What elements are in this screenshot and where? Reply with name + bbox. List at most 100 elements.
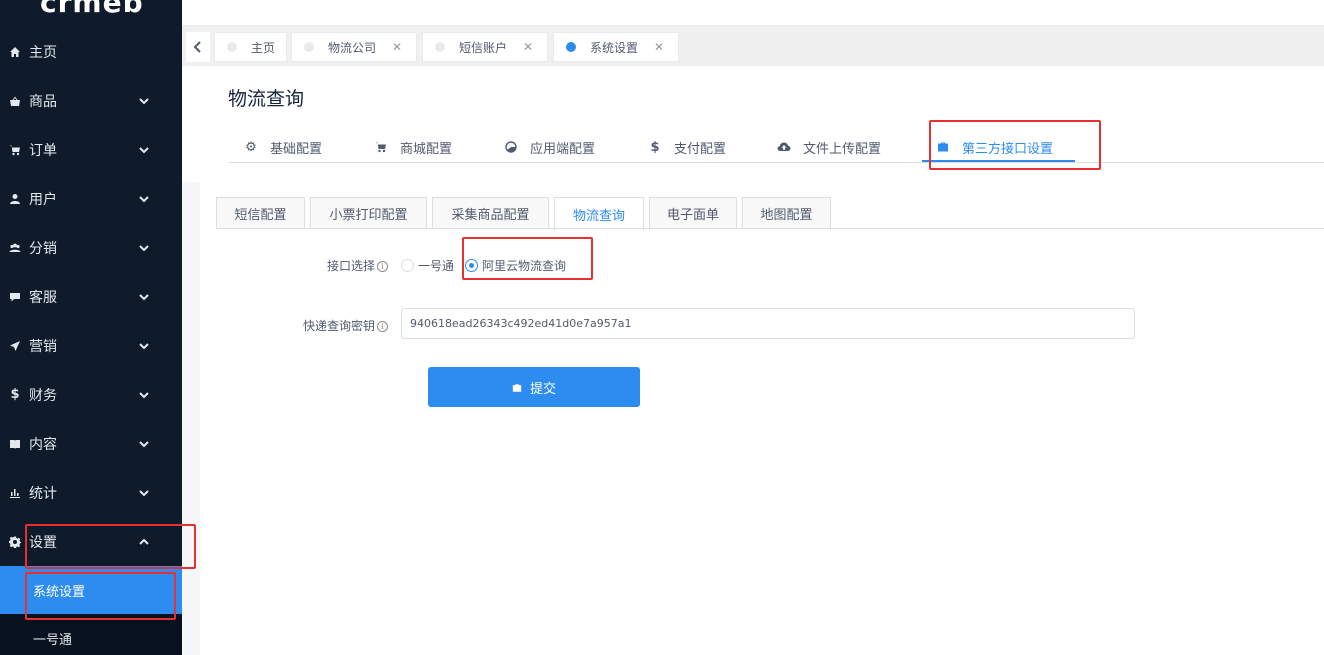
sidebar-item-home[interactable]: 主页 [0,27,182,76]
active-tab-indicator [922,160,1075,162]
chevron-down-icon [138,193,150,205]
bar-chart-icon [8,486,22,500]
tab-label: 支付配置 [674,141,727,157]
submit-label: 提交 [529,381,556,397]
home-icon [8,45,22,59]
sidebar-item-label: 财务 [29,387,57,404]
sidebar-item-label: 统计 [29,485,57,502]
chat-icon [8,290,22,304]
subtab-logistics-query[interactable]: 物流查询 [554,197,644,230]
sidebar-item-service[interactable]: 客服 [0,272,182,321]
close-icon[interactable]: ✕ [392,40,402,54]
sidebar-item-statistics[interactable]: 统计 [0,468,182,517]
radio-label: 阿里云物流查询 [482,258,567,273]
sidebar-item-label: 内容 [29,436,57,453]
pie-icon [504,140,518,154]
radio-circle [465,258,478,272]
settings-card [200,181,1324,655]
express-key-label: 快递查询密钥 i [218,317,388,334]
chevron-down-icon [138,340,150,352]
briefcase-icon [512,382,522,392]
interface-select-label: 接口选择 i [218,257,388,274]
sidebar-item-users[interactable]: 用户 [0,174,182,223]
tab-third-party-settings[interactable]: 第三方接口设置 [936,133,1053,161]
tab-client-config[interactable]: 应用端配置 [504,133,595,161]
sidebar-item-label: 商品 [29,93,57,110]
radio-circle [401,258,414,272]
page-tab-sms-account[interactable]: 短信账户 ✕ [422,32,548,62]
sidebar-item-settings[interactable]: 设置 [0,517,182,566]
chevron-down-icon [138,242,150,254]
sidebar-item-content[interactable]: 内容 [0,419,182,468]
chevron-down-icon [138,389,150,401]
briefcase-icon [936,140,950,154]
express-key-input[interactable] [401,308,1135,339]
radio-yihaotong[interactable]: 一号通 [401,257,454,273]
basket-icon [8,94,22,108]
user-icon [8,192,22,206]
chevron-down-icon [138,291,150,303]
tab-label: 文件上传配置 [803,141,882,157]
chevron-down-icon [138,144,150,156]
radio-aliyun-logistics[interactable]: 阿里云物流查询 [465,257,566,273]
page-title: 物流查询 [228,88,305,110]
cloud-upload-icon [777,140,791,154]
info-icon[interactable]: i [377,261,388,272]
tabs-scroll-left-button[interactable] [186,32,210,62]
page-tab-logistics-company[interactable]: 物流公司 ✕ [291,32,417,62]
tab-basic-config[interactable]: ⚙ 基础配置 [244,133,322,161]
tab-label: 商城配置 [400,141,453,157]
send-icon [8,339,22,353]
cart-icon [374,140,388,154]
sidebar-item-label: 主页 [29,44,57,61]
tab-payment-config[interactable]: $ 支付配置 [648,133,726,161]
gear-icon: ⚙ [245,139,257,155]
sidebar-item-label: 客服 [29,289,57,306]
chevron-down-icon [138,438,150,450]
subtab-electronic-waybill[interactable]: 电子面单 [649,197,737,229]
dollar-icon: $ [650,139,660,155]
sidebar-item-label: 分销 [29,240,57,257]
subtab-collect-products-config[interactable]: 采集商品配置 [432,197,549,229]
page-tab-label: 系统设置 [590,40,639,55]
sidebar-item-orders[interactable]: 订单 [0,125,182,174]
submit-button[interactable]: 提交 [428,367,640,407]
sidebar-item-label: 营销 [29,338,57,355]
close-icon[interactable]: ✕ [654,40,664,54]
submenu-item-system-settings[interactable]: 系统设置 [0,566,182,614]
cart-icon [8,143,22,157]
chevron-down-icon [138,487,150,499]
tab-upload-config[interactable]: 文件上传配置 [777,133,881,161]
top-header [182,0,1324,26]
info-icon[interactable]: i [377,321,388,332]
book-icon [8,437,22,451]
submenu-item-yihaotong[interactable]: 一号通 [0,614,182,655]
subtab-receipt-print-config[interactable]: 小票打印配置 [310,197,427,229]
page-tab-system-settings[interactable]: 系统设置 ✕ [553,32,679,62]
sidebar-item-products[interactable]: 商品 [0,76,182,125]
page-tab-label: 短信账户 [459,40,508,55]
chevron-left-icon [193,41,201,53]
subtab-sms-config[interactable]: 短信配置 [216,197,305,229]
tab-status-dot [227,42,237,52]
page-tab-home[interactable]: 主页 [214,32,287,62]
tabs-divider [228,162,1324,163]
group-icon [8,241,22,255]
close-icon[interactable]: ✕ [523,40,533,54]
gear-icon [8,535,22,549]
sidebar-item-distribution[interactable]: 分销 [0,223,182,272]
brand-logo: crmeb [40,0,144,19]
tab-status-dot [566,42,576,52]
subtab-map-config[interactable]: 地图配置 [742,197,831,229]
sidebar-item-marketing[interactable]: 营销 [0,321,182,370]
page-tab-label: 物流公司 [328,40,377,55]
page-tab-label: 主页 [251,40,276,55]
tab-status-dot [304,42,314,52]
tab-mall-config[interactable]: 商城配置 [374,133,452,161]
dollar-icon: $ [10,387,20,402]
sidebar-item-label: 设置 [29,534,57,551]
sidebar: crmeb 主页 商品 订单 用户 分销 客服 营销 $ 财务 内容 统计 设置… [0,0,182,655]
sidebar-item-finance[interactable]: $ 财务 [0,370,182,419]
tab-label: 基础配置 [270,141,323,157]
sidebar-item-label: 订单 [29,142,57,159]
